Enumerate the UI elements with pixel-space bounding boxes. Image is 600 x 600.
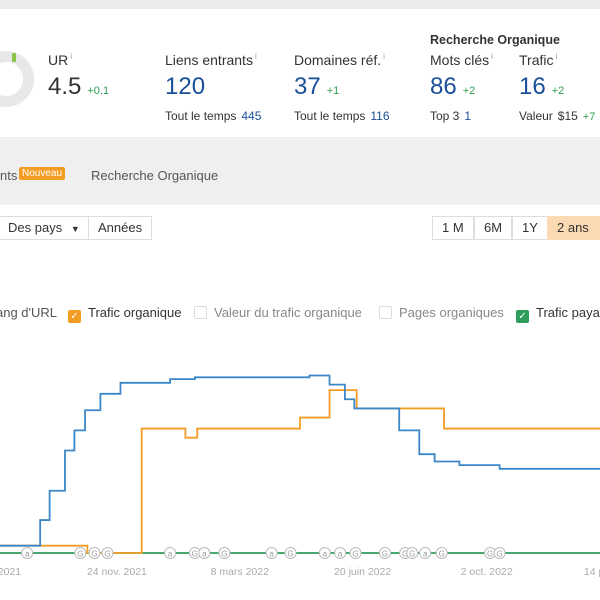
info-icon[interactable]: i — [383, 52, 385, 61]
event-marker-label: a — [269, 550, 274, 559]
event-marker-label: G — [221, 550, 227, 559]
top-bar — [0, 0, 600, 9]
metric-label: Trafic — [519, 52, 553, 68]
organic-search-title: Recherche Organique — [430, 33, 560, 47]
legend-organic-traffic[interactable]: ✓ Trafic organique — [68, 305, 181, 323]
metric-value: 4.5 — [48, 73, 81, 100]
checkbox-icon[interactable] — [379, 306, 392, 319]
ur-donut-fill — [12, 53, 16, 62]
legend-label: Pages organiques — [399, 305, 504, 320]
info-icon[interactable]: i — [255, 52, 257, 61]
event-marker-label: G — [91, 550, 97, 559]
x-tick-label: 14 p — [584, 566, 600, 578]
range-2y-button[interactable]: 2 ans — [547, 216, 600, 240]
x-tick-label: 8 mars 2022 — [211, 566, 270, 578]
event-marker-label: G — [287, 550, 293, 559]
checkbox-icon[interactable] — [194, 306, 207, 319]
metric-value[interactable]: 16 — [519, 73, 546, 100]
metric-label: Liens entrants — [165, 52, 253, 68]
metric-sub-label: Tout le temps — [294, 109, 365, 123]
x-tick-label: 2021 — [0, 566, 21, 578]
metric-sub-label: Tout le temps — [165, 109, 236, 123]
traffic-chart[interactable]: aGGGaGaGaGaaGGGGaGGG202124 nov. 20218 ma… — [0, 340, 600, 600]
checkbox-checked-icon[interactable]: ✓ — [68, 310, 81, 323]
metric-sub-value[interactable]: 116 — [370, 109, 389, 123]
metric-value[interactable]: 86 — [430, 73, 457, 100]
metric-delta: +0.1 — [87, 85, 109, 97]
event-marker-label: G — [439, 550, 445, 559]
legend-paid-traffic[interactable]: ✓ Trafic paya — [516, 305, 600, 323]
event-marker-label: a — [168, 550, 173, 559]
legend-label: Trafic paya — [536, 305, 600, 320]
metric-ur: URi 4.5 +0.1 — [48, 52, 109, 101]
event-marker-label: G — [496, 550, 502, 559]
metric-sub-label: Valeur — [519, 109, 553, 123]
new-badge: Nouveau — [19, 167, 65, 180]
event-marker-label: G — [104, 550, 110, 559]
event-marker-label: a — [338, 550, 343, 559]
info-icon[interactable]: i — [491, 52, 493, 61]
event-marker-label: G — [77, 550, 83, 559]
metric-sub-value[interactable]: 1 — [464, 109, 471, 123]
metric-delta: +2 — [552, 85, 565, 97]
legend-label: Valeur du trafic organique — [214, 305, 362, 320]
metric-ref-domains: Domaines réf.i 37 +1 Tout le temps 116 — [294, 52, 390, 123]
event-marker-label: a — [202, 550, 207, 559]
tab-partial[interactable]: nts — [0, 168, 17, 183]
info-icon[interactable]: i — [70, 52, 72, 61]
metric-sub-delta: +7 — [583, 111, 596, 123]
ur-donut-chart — [0, 51, 34, 107]
legend-organic-pages[interactable]: Pages organiques — [379, 305, 504, 320]
x-tick-label: 24 nov. 2021 — [87, 566, 147, 578]
metric-value[interactable]: 37 — [294, 73, 321, 100]
country-dropdown[interactable]: Des pays ▼ — [0, 216, 90, 240]
event-marker-label: G — [382, 550, 388, 559]
x-tick-label: 20 juin 2022 — [334, 566, 391, 578]
metric-sub-value: $15 — [558, 109, 578, 123]
x-tick-label: 2 oct. 2022 — [461, 566, 513, 578]
event-marker-label: a — [423, 550, 428, 559]
legend-organic-value[interactable]: Valeur du trafic organique — [194, 305, 362, 320]
event-marker-label: G — [192, 550, 198, 559]
metric-sub-label: Top 3 — [430, 109, 459, 123]
metrics-panel: URi 4.5+0.1 Liens entrantsi 120 Tout le … — [0, 9, 600, 137]
info-icon[interactable]: i — [555, 52, 557, 61]
report-tabs: nts Nouveau Recherche Organique — [0, 137, 600, 205]
event-marker-label: G — [409, 550, 415, 559]
legend-url-rating[interactable]: ang d'URL — [0, 305, 57, 320]
series-line-rang-d-url — [0, 375, 600, 545]
metric-sub-value[interactable]: 445 — [241, 109, 261, 123]
chevron-down-icon: ▼ — [71, 224, 80, 234]
checkbox-checked-icon[interactable]: ✓ — [516, 310, 529, 323]
metric-keywords: Mots clési 86 +2 Top 3 1 — [430, 52, 493, 123]
metric-label: Domaines réf. — [294, 52, 381, 68]
range-6m-button[interactable]: 6M — [474, 216, 512, 240]
range-1m-button[interactable]: 1 M — [432, 216, 474, 240]
metric-delta: +2 — [463, 85, 476, 97]
tab-organic-search[interactable]: Recherche Organique — [91, 168, 218, 183]
event-marker-label: G — [487, 550, 493, 559]
metric-backlinks: Liens entrantsi 120 Tout le temps 445 — [165, 52, 261, 123]
metric-value[interactable]: 120 — [165, 73, 261, 101]
legend-label: ang d'URL — [0, 305, 57, 320]
event-marker-label: G — [352, 550, 358, 559]
years-button[interactable]: Années — [88, 216, 152, 240]
metric-traffic: Trafici 16 +2 Valeur $15 +7 — [519, 52, 595, 123]
metric-label: Mots clés — [430, 52, 489, 68]
metric-delta: +1 — [327, 85, 340, 97]
range-1y-button[interactable]: 1Y — [512, 216, 548, 240]
event-marker-label: a — [25, 550, 30, 559]
country-dropdown-label: Des pays — [8, 220, 62, 235]
event-marker-label: a — [323, 550, 328, 559]
series-line-trafic-organique — [0, 390, 600, 553]
legend-label: Trafic organique — [88, 305, 181, 320]
metric-label: UR — [48, 52, 68, 68]
